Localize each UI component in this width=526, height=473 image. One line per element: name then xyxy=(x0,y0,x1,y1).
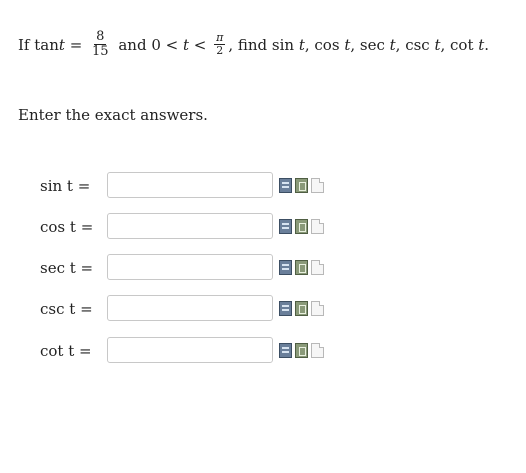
answer-tools-cot xyxy=(279,343,324,358)
cos-text: , cos xyxy=(304,35,345,54)
equals-sign: = xyxy=(64,35,88,54)
equation-editor-icon[interactable] xyxy=(279,301,292,316)
fraction-numerator: 8 xyxy=(94,29,107,45)
answer-row-cot: cot t = xyxy=(0,337,526,365)
cot-text: , cot xyxy=(440,35,479,54)
answer-tools-cos xyxy=(279,219,324,234)
blank-page-icon[interactable] xyxy=(311,219,324,234)
preview-icon[interactable] xyxy=(295,301,308,316)
answer-row-sin: sin t = xyxy=(0,172,526,200)
blank-page-icon[interactable] xyxy=(311,301,324,316)
equation-editor-icon[interactable] xyxy=(279,260,292,275)
answer-label-sec: sec t = xyxy=(40,259,94,277)
equation-editor-icon[interactable] xyxy=(279,219,292,234)
problem-statement: If tan t = 8 15 and 0 < t < π 2 , find s… xyxy=(18,30,489,59)
sec-text: , sec xyxy=(350,35,390,54)
period: . xyxy=(484,35,490,54)
instructions-text: Enter the exact answers. xyxy=(18,106,208,124)
answer-tools-csc xyxy=(279,301,324,316)
answer-row-csc: csc t = xyxy=(0,295,526,323)
equation-editor-icon[interactable] xyxy=(279,178,292,193)
pi-denominator: 2 xyxy=(216,44,224,57)
find-text: , find sin xyxy=(228,35,299,54)
tan-fraction: 8 15 xyxy=(90,30,111,59)
pi-over-two-fraction: π 2 xyxy=(214,32,226,57)
answer-label-sin: sin t = xyxy=(40,177,91,195)
answer-input-csc[interactable] xyxy=(107,295,273,321)
preview-icon[interactable] xyxy=(295,219,308,234)
less-than: < xyxy=(189,35,212,54)
preview-icon[interactable] xyxy=(295,343,308,358)
blank-page-icon[interactable] xyxy=(311,260,324,275)
answer-label-cot: cot t = xyxy=(40,342,92,360)
answer-tools-sin xyxy=(279,178,324,193)
answer-label-cos: cos t = xyxy=(40,218,94,236)
blank-page-icon[interactable] xyxy=(311,343,324,358)
answer-input-cos[interactable] xyxy=(107,213,273,239)
answer-label-csc: csc t = xyxy=(40,300,93,318)
csc-text: , csc xyxy=(395,35,435,54)
problem-if-text: If tan xyxy=(18,35,59,54)
answer-row-sec: sec t = xyxy=(0,254,526,282)
preview-icon[interactable] xyxy=(295,178,308,193)
answer-tools-sec xyxy=(279,260,324,275)
answer-input-sec[interactable] xyxy=(107,254,273,280)
answer-input-sin[interactable] xyxy=(107,172,273,198)
fraction-denominator: 15 xyxy=(92,44,109,59)
blank-page-icon[interactable] xyxy=(311,178,324,193)
preview-icon[interactable] xyxy=(295,260,308,275)
and-text: and 0 < xyxy=(113,35,183,54)
answer-row-cos: cos t = xyxy=(0,213,526,241)
answer-input-cot[interactable] xyxy=(107,337,273,363)
equation-editor-icon[interactable] xyxy=(279,343,292,358)
